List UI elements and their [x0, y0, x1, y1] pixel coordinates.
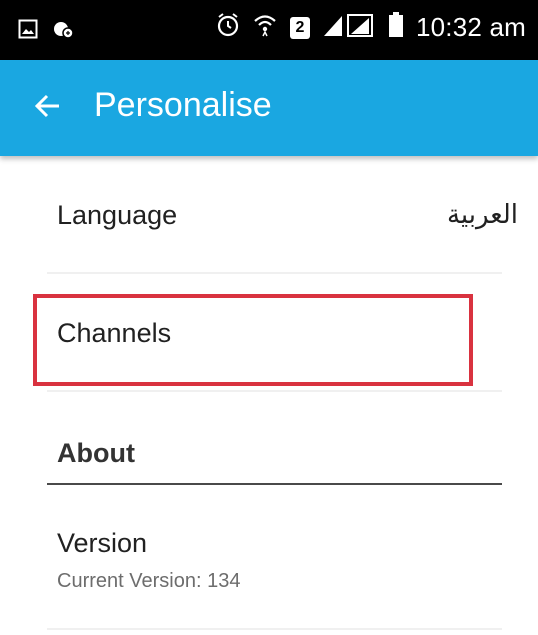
highlight-box: [33, 294, 473, 386]
page-title: Personalise: [94, 86, 272, 124]
status-bar-right: 2 10:32 am: [216, 12, 526, 43]
battery-icon: [388, 12, 404, 43]
version-subtext: Current Version: 134: [57, 570, 241, 592]
status-bar-left: [18, 18, 74, 45]
arrow-left-icon: [34, 93, 61, 124]
alarm-icon: [216, 12, 240, 43]
language-setting-row[interactable]: Language العربية: [0, 156, 538, 274]
app-bar: Personalise: [0, 60, 538, 156]
status-bar: 2 10:32 am: [0, 0, 538, 60]
signal-icon: [322, 12, 376, 43]
version-label: Version: [57, 528, 148, 558]
back-button[interactable]: [28, 88, 68, 128]
divider: [47, 390, 502, 392]
status-time: 10:32 am: [415, 12, 526, 42]
section-divider: [47, 483, 502, 485]
about-section-header: About: [57, 438, 135, 468]
version-setting-row[interactable]: Version Current Version: 134: [0, 486, 538, 626]
divider: [47, 628, 502, 630]
gallery-icon: [18, 19, 38, 44]
language-value: العربية: [446, 200, 518, 230]
sync-app-icon: [52, 18, 74, 45]
sim-slot-badge: 2: [289, 16, 310, 39]
language-label: Language: [57, 200, 178, 230]
wifi-icon: [252, 12, 278, 43]
